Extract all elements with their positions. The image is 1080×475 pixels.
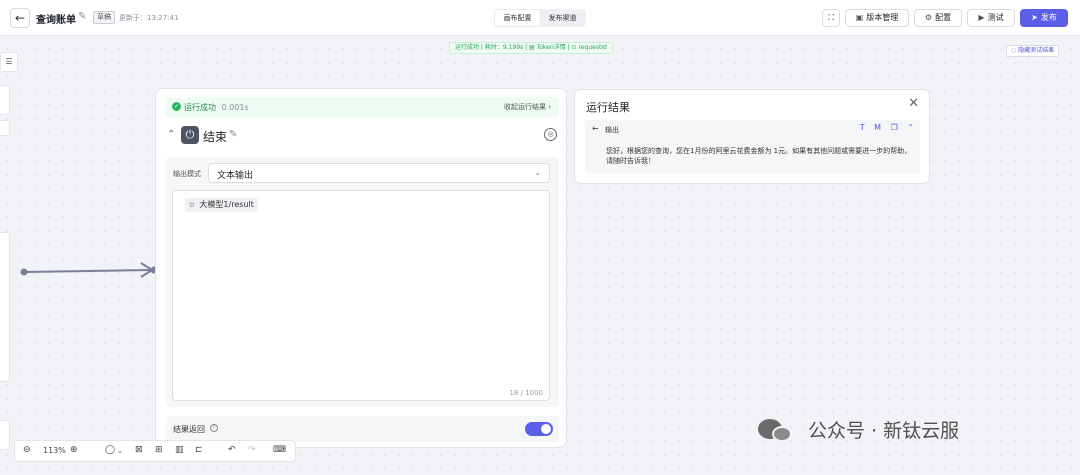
app-title: 查询账单 [36,15,76,26]
edit-node-icon[interactable]: ✎ [229,129,237,140]
version-management-button[interactable]: ▣ 版本管理 [845,9,909,27]
markdown-format-button[interactable]: M [874,123,881,132]
result-return-label: 结果返回 [173,425,205,434]
config-button[interactable]: ⚙ 配置 [914,9,962,27]
chevron-up-icon[interactable]: ⌃ [907,123,914,132]
zoom-out-icon[interactable]: ⊖ [23,445,31,455]
mouse-mode-icon[interactable]: ◯ [105,445,115,455]
tab-publish-channels[interactable]: 发布渠道 [540,10,585,26]
run-results-panel: 运行结果 ✕ ← 输出 T M ❐ ⌃ 您好，根据您的查询，您在1月份的阿里云花… [574,89,930,184]
copy-icon: ⊙ [571,44,577,51]
collapse-results-button[interactable]: 收起运行结果 ‹ [504,102,551,112]
toggle-knob [541,424,551,434]
request-id-link[interactable]: requestId [578,44,606,51]
close-icon[interactable]: ✕ [908,96,919,111]
output-mode-select[interactable]: 文本输出 ⌄ [208,163,550,183]
node-settings-icon[interactable]: ◎ [544,128,557,141]
node-duration: 0.001s [221,103,249,112]
variable-chip[interactable]: ⊙ 大模型1/result [185,198,258,212]
help-icon[interactable]: ? [210,424,218,432]
connection-edge[interactable] [18,255,160,285]
zoom-in-icon[interactable]: ⊕ [70,445,78,455]
arrow-left-icon: ← [14,11,26,25]
run-summary: 运行成功 | 耗时：9.199s [455,44,524,51]
arrow-left-icon[interactable]: ← [592,124,599,133]
hide-test-results-button[interactable]: ◌ 隐藏测试结果 [1006,45,1060,57]
keyboard-icon[interactable]: ⌨ [273,445,286,455]
result-return-row: 结果返回 ? [166,416,559,442]
chevron-up-icon[interactable]: ⌃ [167,129,175,140]
eye-off-icon: ◌ [1011,47,1017,54]
menu-icon[interactable]: ☰ [0,52,18,72]
node-body: 输出模式 文本输出 ⌄ ⊙ 大模型1/result 18 / 1000 [166,157,559,407]
auto-layout-icon[interactable]: ⊞ [155,445,163,455]
output-text-area[interactable]: ⊙ 大模型1/result 18 / 1000 [172,190,550,401]
results-title: 运行结果 [586,101,630,114]
status-badge: 草稿 [93,11,115,24]
play-icon: ▶ [978,13,985,22]
zoom-level[interactable]: 113% [43,446,66,455]
chevron-down-icon[interactable]: ⌄ [117,447,123,455]
fullscreen-icon: ⛶ [828,13,834,22]
version-icon: ▣ [855,13,864,22]
edit-title-icon[interactable]: ✎ [78,11,86,22]
copy-icon[interactable]: ❐ [891,123,898,132]
output-text: 您好，根据您的查询，您在1月份的阿里云花费金额为 1元。如果有其他问题或需要进一… [606,147,912,165]
publish-button[interactable]: ➤ 发布 [1020,9,1068,27]
token-detail-link[interactable]: Token详情 [537,44,566,51]
output-card: ← 输出 T M ❐ ⌃ 您好，根据您的查询，您在1月份的阿里云花费金额为 1元… [585,120,920,173]
node-status-label: 运行成功 [184,103,216,112]
watermark: 公众号 · 新钛云服 [758,416,959,446]
output-tools: T M ❐ ⌃ [853,123,914,132]
node-run-status: ✓ 运行成功 0.001s 收起运行结果 ‹ [166,97,559,117]
node-stub[interactable] [0,85,10,115]
char-count: 18 / 1000 [509,389,543,397]
run-status-strip: 运行成功 | 耗时：9.199s | ▤ Token详情 | ⊙ request… [449,42,613,54]
test-button[interactable]: ▶ 测试 [967,9,1015,27]
minimap-icon[interactable]: ▥ [175,445,184,455]
variable-icon: ⊙ [189,201,195,209]
wechat-icon [758,417,794,443]
tab-canvas-config[interactable]: 画布配置 [495,10,540,26]
branch-icon[interactable]: ⊏ [195,445,203,455]
back-button[interactable]: ← [10,8,30,28]
text-format-button[interactable]: T [860,123,865,132]
check-circle-icon: ✓ [172,102,181,111]
power-icon: ⏻ [181,126,199,144]
send-icon: ➤ [1031,13,1038,22]
node-title: 结束 [203,130,228,144]
node-stub[interactable] [0,232,10,382]
node-stub[interactable] [0,420,10,450]
node-stub[interactable] [0,120,10,136]
fullscreen-button[interactable]: ⛶ [822,9,840,27]
canvas-toolbar: ⊖ 113% ⊕ ◯ ⌄ ⊠ ⊞ ▥ ⊏ ↶ ↷ ⌨ [14,440,296,462]
output-mode-label: 输出模式 [173,170,201,178]
chevron-down-icon: ⌄ [534,168,541,177]
output-label: 输出 [605,126,619,134]
top-bar: ← 查询账单 ✎ 草稿 更新于：13:27:41 画布配置 发布渠道 ⛶ ▣ 版本… [0,0,1080,36]
fit-view-icon[interactable]: ⊠ [135,445,143,455]
result-return-toggle[interactable] [525,422,553,436]
redo-icon[interactable]: ↷ [248,445,256,455]
end-node[interactable]: ✓ 运行成功 0.001s 收起运行结果 ‹ ⌃ ⏻ 结束 ✎ ◎ 输出模式 文… [155,88,567,448]
gear-icon: ⚙ [924,13,933,22]
chevron-left-icon: ‹ [548,103,551,111]
view-tabs: 画布配置 发布渠道 [494,9,586,27]
token-icon: ▤ [529,44,535,51]
updated-time: 更新于：13:27:41 [119,14,179,22]
watermark-text: 公众号 · 新钛云服 [808,420,960,442]
output-mode-value: 文本输出 [217,171,254,181]
undo-icon[interactable]: ↶ [228,445,236,455]
